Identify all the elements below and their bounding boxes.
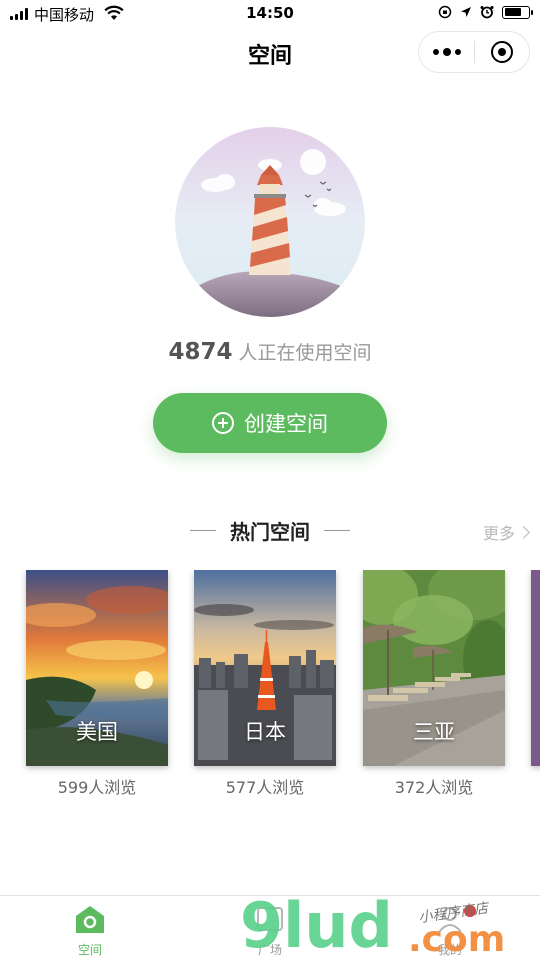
close-button[interactable] (475, 31, 529, 73)
space-card-photo: 美国 (26, 570, 168, 766)
chevron-right-icon (517, 525, 530, 539)
user-count-label: 人正在使用空间 (238, 342, 372, 364)
space-card-views: 372人浏览 (394, 778, 474, 797)
space-card-name: 三亚 (413, 720, 455, 744)
space-card-partial[interactable] (531, 570, 540, 766)
tab-space-label: 空间 (77, 943, 102, 957)
more-link[interactable]: 更多 (482, 520, 530, 544)
target-icon (490, 41, 513, 63)
hot-section-header: 热门空间 (0, 516, 540, 545)
space-card-name: 日本 (244, 720, 286, 744)
space-card-views: 577人浏览 (225, 778, 305, 797)
orientation-lock-icon (438, 5, 452, 19)
space-card-photo (531, 570, 540, 766)
tab-space[interactable]: 空间 (55, 904, 125, 958)
space-card-photo: 日本 (194, 570, 336, 766)
more-menu-button[interactable] (419, 31, 474, 73)
watermark-logo: 9lud .com 小程序商店 (240, 889, 505, 960)
add-circle-icon (212, 412, 234, 434)
more-label: 更多 (482, 524, 515, 543)
status-icons (438, 5, 533, 19)
hot-section-title: 热门空间 (230, 520, 310, 544)
status-bar: 中国移动 14:50 (0, 0, 540, 28)
space-card-japan[interactable]: 日本 577人浏览 (194, 570, 336, 798)
space-card-views: 599人浏览 (57, 778, 137, 797)
space-card-photo: 三亚 (363, 570, 505, 766)
user-count: 4874 人正在使用空间 (0, 338, 540, 365)
user-count-number: 4874 (168, 339, 233, 365)
divider-left (190, 530, 216, 531)
create-space-label: 创建空间 (244, 412, 328, 436)
divider-right (324, 530, 350, 531)
watermark-brand: 9lud (240, 889, 393, 960)
lighthouse-illustration (175, 127, 365, 317)
mini-program-capsule (418, 31, 530, 73)
space-card-sanya[interactable]: 三亚 372人浏览 (363, 570, 505, 798)
battery-icon (502, 5, 533, 19)
alarm-icon (480, 6, 494, 19)
home-icon (76, 906, 104, 933)
create-space-button[interactable]: 创建空间 (153, 393, 387, 453)
hot-space-list: 美国 599人浏览 日本 577人浏览 三亚 372人浏览 (0, 570, 540, 800)
space-card-usa[interactable]: 美国 599人浏览 (26, 570, 168, 798)
space-card-name: 美国 (76, 720, 118, 744)
location-icon (461, 7, 471, 17)
